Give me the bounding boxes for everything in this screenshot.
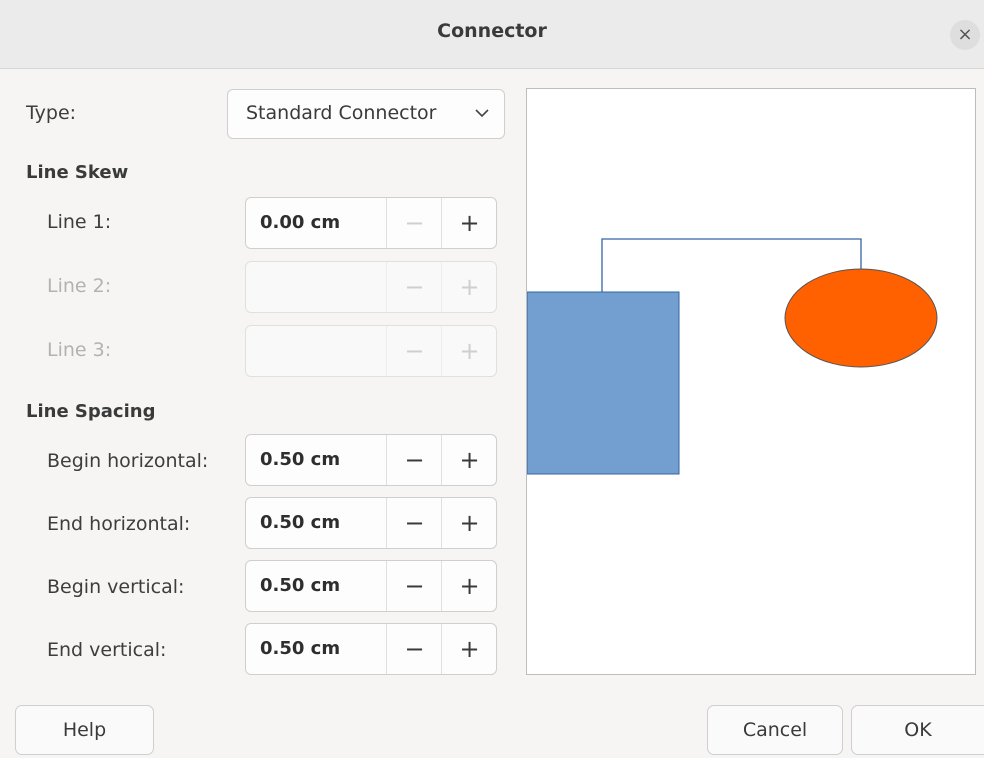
- begin-horizontal-decrement-button[interactable]: −: [386, 435, 442, 485]
- line-1-label: Line 1:: [47, 211, 112, 233]
- line-1-decrement-button[interactable]: −: [386, 198, 442, 248]
- end-horizontal-value[interactable]: 0.50 cm: [260, 512, 340, 533]
- begin-horizontal-value[interactable]: 0.50 cm: [260, 449, 340, 470]
- line-2-spinbox: − +: [245, 261, 497, 313]
- type-dropdown[interactable]: Standard Connector: [227, 89, 505, 139]
- line-2-decrement-button: −: [386, 262, 442, 312]
- line-1-increment-button[interactable]: +: [441, 198, 497, 248]
- line-skew-heading: Line Skew: [26, 162, 129, 183]
- preview-rectangle-shape: [526, 291, 680, 475]
- begin-vertical-label: Begin vertical:: [47, 576, 185, 598]
- type-label: Type:: [26, 102, 77, 124]
- line-2-increment-button: +: [441, 262, 497, 312]
- end-vertical-decrement-button[interactable]: −: [386, 624, 442, 674]
- line-3-spinbox: − +: [245, 325, 497, 377]
- end-horizontal-decrement-button[interactable]: −: [386, 498, 442, 548]
- help-button[interactable]: Help: [15, 705, 154, 755]
- preview-drawing: [526, 238, 938, 475]
- line-1-spinbox[interactable]: 0.00 cm − +: [245, 197, 497, 249]
- line-1-value[interactable]: 0.00 cm: [260, 212, 340, 233]
- line-3-increment-button: +: [441, 326, 497, 376]
- end-vertical-spinbox[interactable]: 0.50 cm − +: [245, 623, 497, 675]
- begin-horizontal-label: Begin horizontal:: [47, 450, 209, 472]
- close-button[interactable]: ×: [950, 20, 980, 50]
- begin-horizontal-increment-button[interactable]: +: [441, 435, 497, 485]
- begin-vertical-spinbox[interactable]: 0.50 cm − +: [245, 560, 497, 612]
- line-spacing-heading: Line Spacing: [26, 401, 156, 422]
- end-vertical-increment-button[interactable]: +: [441, 624, 497, 674]
- end-vertical-label: End vertical:: [47, 639, 167, 661]
- title-bar: Connector ×: [0, 0, 984, 69]
- connector-preview: [526, 88, 976, 675]
- end-horizontal-label: End horizontal:: [47, 513, 191, 535]
- preview-ellipse-shape: [784, 268, 938, 368]
- begin-vertical-increment-button[interactable]: +: [441, 561, 497, 611]
- cancel-button[interactable]: Cancel: [707, 705, 843, 755]
- dialog-title: Connector: [437, 20, 547, 42]
- close-icon: ×: [957, 24, 973, 45]
- begin-vertical-decrement-button[interactable]: −: [386, 561, 442, 611]
- line-2-label: Line 2:: [47, 275, 112, 297]
- type-dropdown-value: Standard Connector: [246, 102, 437, 124]
- chevron-down-icon: [475, 109, 489, 118]
- begin-vertical-value[interactable]: 0.50 cm: [260, 575, 340, 596]
- ok-button[interactable]: OK: [851, 705, 984, 755]
- end-horizontal-increment-button[interactable]: +: [441, 498, 497, 548]
- begin-horizontal-spinbox[interactable]: 0.50 cm − +: [245, 434, 497, 486]
- end-horizontal-spinbox[interactable]: 0.50 cm − +: [245, 497, 497, 549]
- line-3-decrement-button: −: [386, 326, 442, 376]
- end-vertical-value[interactable]: 0.50 cm: [260, 638, 340, 659]
- line-3-label: Line 3:: [47, 339, 112, 361]
